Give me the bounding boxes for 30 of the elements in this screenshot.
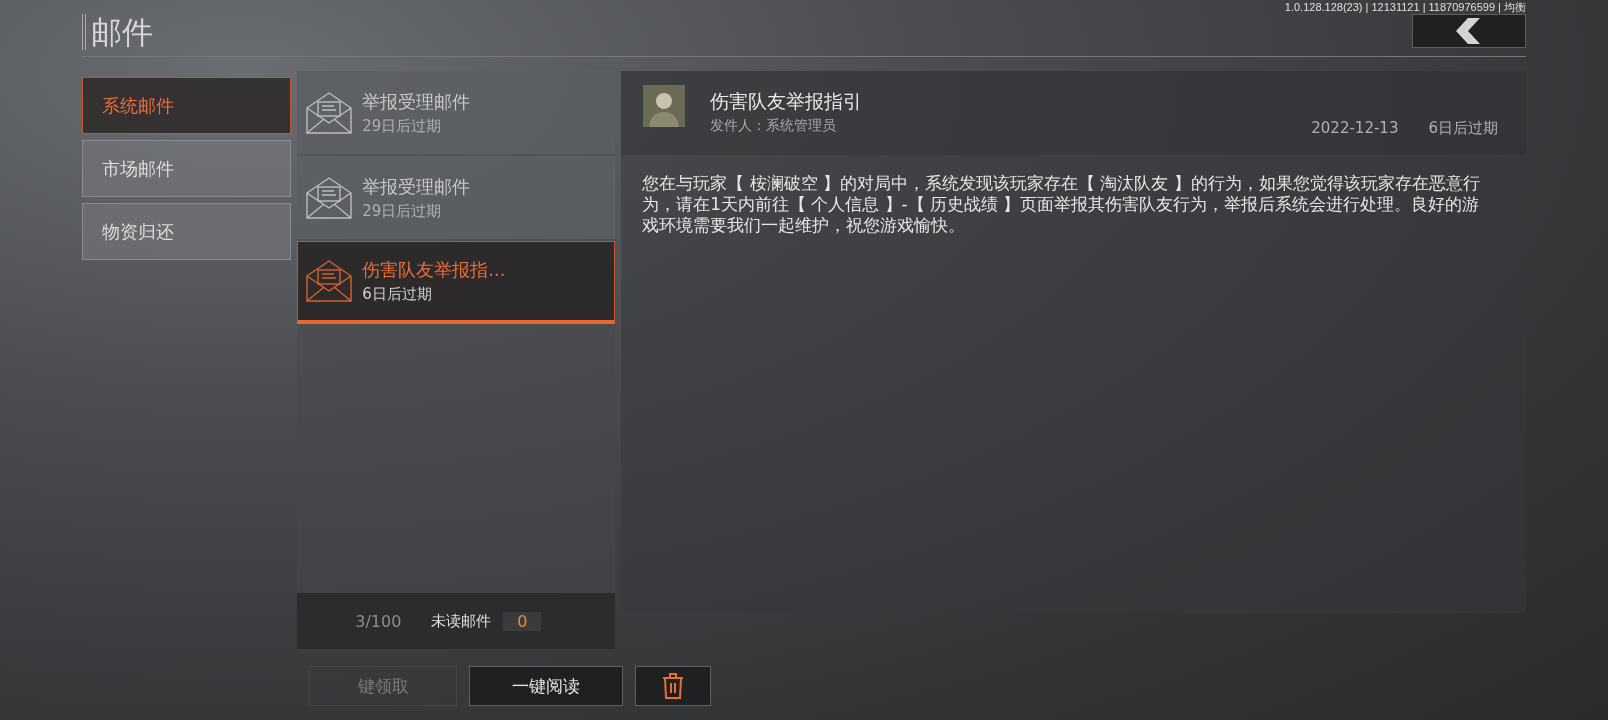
- unread-label: 未读邮件: [431, 611, 492, 631]
- mail-item-title: 举报受理邮件: [362, 89, 471, 114]
- page-title: 邮件: [82, 14, 153, 50]
- mail-body: 您在与玩家【 桉澜破空 】的对局中，系统发现该玩家存在【 淘汰队友 】的行为，如果您觉得该玩家存在恶意行为，请在1天内前往【 个人信息 】-【 历史战绩 】页面举报其伤害队友行为，举报后系统会进行处理。良好的游戏环境需要我们一起维护，祝您游戏愉快。: [641, 172, 1481, 236]
- mail-sender: 发件人：系统管理员: [710, 117, 838, 135]
- mail-item-expiry: 29日后过期: [362, 116, 443, 136]
- mail-title: 伤害队友举报指引: [710, 89, 864, 114]
- mail-item-title: 伤害队友举报指...: [362, 258, 506, 282]
- envelope-icon: [306, 91, 353, 134]
- mail-item[interactable]: 举报受理邮件 29日后过期: [297, 71, 616, 154]
- version-text: 1.0.128.128(23) | 12131121 | 11870976599 | 均衡: [1284, 1, 1526, 14]
- category-tab[interactable]: 系统邮件: [82, 77, 292, 134]
- category-tab[interactable]: 市场邮件: [82, 140, 292, 197]
- envelope-icon: [306, 260, 353, 302]
- delete-button[interactable]: [635, 666, 712, 706]
- back-button[interactable]: [1412, 14, 1526, 48]
- mail-expiry: 6日后过期: [1428, 119, 1498, 138]
- action-button[interactable]: 一键阅读: [469, 666, 624, 706]
- mail-item[interactable]: 举报受理邮件 29日后过期: [297, 156, 616, 239]
- mail-date: 2022-12-13: [1311, 119, 1399, 137]
- category-tab[interactable]: 物资归还: [82, 203, 292, 260]
- avatar: [643, 85, 686, 127]
- mail-item-title: 举报受理邮件: [362, 174, 471, 199]
- mail-count: 3/100: [355, 611, 403, 631]
- unread-count: 0: [503, 611, 542, 631]
- mail-item[interactable]: 伤害队友举报指... 6日后过期: [297, 241, 616, 324]
- envelope-icon: [306, 176, 353, 219]
- mail-item-expiry: 6日后过期: [362, 285, 433, 304]
- trash-icon: [662, 673, 685, 699]
- mail-item-expiry: 29日后过期: [362, 201, 443, 221]
